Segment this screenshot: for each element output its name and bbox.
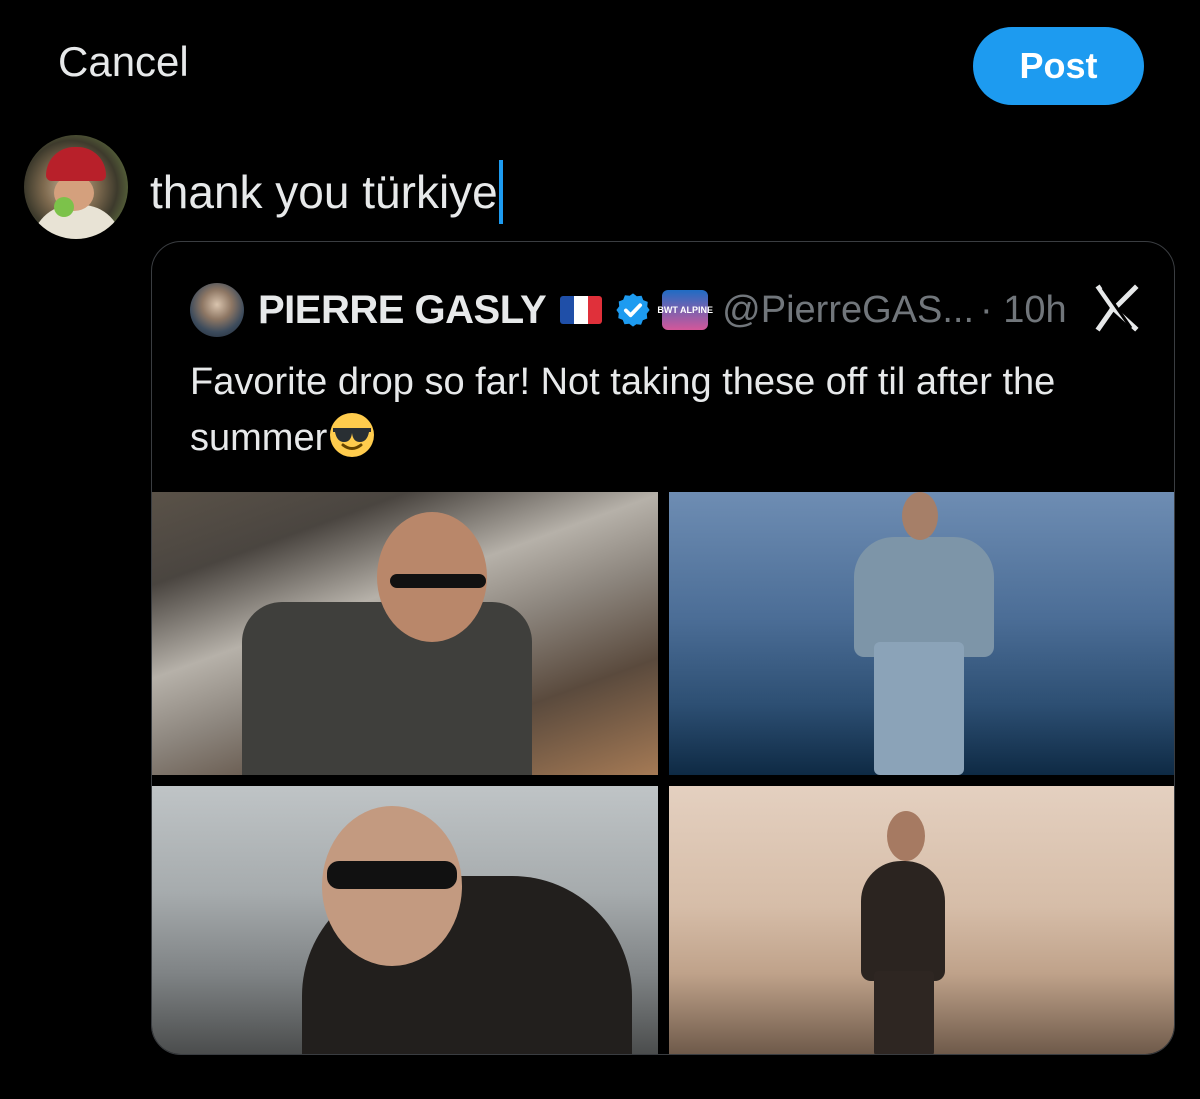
compose-topbar: Cancel Post [0, 0, 1200, 120]
sunglasses-icon [327, 861, 457, 889]
quoted-author-handle: @PierreGAS... [722, 288, 975, 331]
quoted-post-body: Favorite drop so far! Not taking these o… [190, 361, 1056, 459]
quoted-post-card[interactable]: PIERRE GASLY BWT ALPINE @PierreGAS... · … [151, 241, 1175, 1055]
compose-textarea[interactable]: thank you türkiye [150, 160, 503, 224]
quoted-photo-2[interactable] [669, 492, 1174, 775]
quoted-author-name: PIERRE GASLY [258, 287, 547, 332]
quoted-author-avatar[interactable] [190, 283, 244, 337]
compose-text-content: thank you türkiye [150, 166, 498, 218]
sunglasses-emoji-icon [330, 413, 375, 457]
post-button[interactable]: Post [973, 27, 1144, 105]
user-avatar[interactable] [24, 135, 128, 239]
quoted-post-header: PIERRE GASLY BWT ALPINE @PierreGAS... · … [190, 282, 1067, 338]
photo-subject-head [902, 492, 938, 540]
photo-subject-legs [874, 642, 964, 775]
sunglasses-icon [390, 574, 486, 588]
photo-subject [861, 861, 945, 981]
quoted-post-time: · 10h [980, 288, 1067, 331]
quoted-photo-3[interactable] [152, 786, 658, 1054]
quoted-photo-1[interactable] [152, 492, 658, 775]
avatar-hand [54, 197, 74, 217]
quoted-post-text: Favorite drop so far! Not taking these o… [190, 354, 1130, 466]
quoted-photo-4[interactable] [669, 786, 1174, 1054]
affiliate-badge: BWT ALPINE [657, 290, 713, 330]
verified-badge-icon [616, 293, 650, 327]
photo-subject-head [887, 811, 925, 861]
text-caret [498, 160, 503, 224]
close-icon[interactable] [1087, 278, 1147, 338]
photo-subject [242, 602, 532, 775]
photo-subject-legs [874, 971, 934, 1054]
france-flag-icon [560, 296, 603, 324]
avatar-cap [46, 147, 106, 181]
cancel-button[interactable]: Cancel [58, 38, 189, 86]
photo-subject [854, 537, 994, 657]
